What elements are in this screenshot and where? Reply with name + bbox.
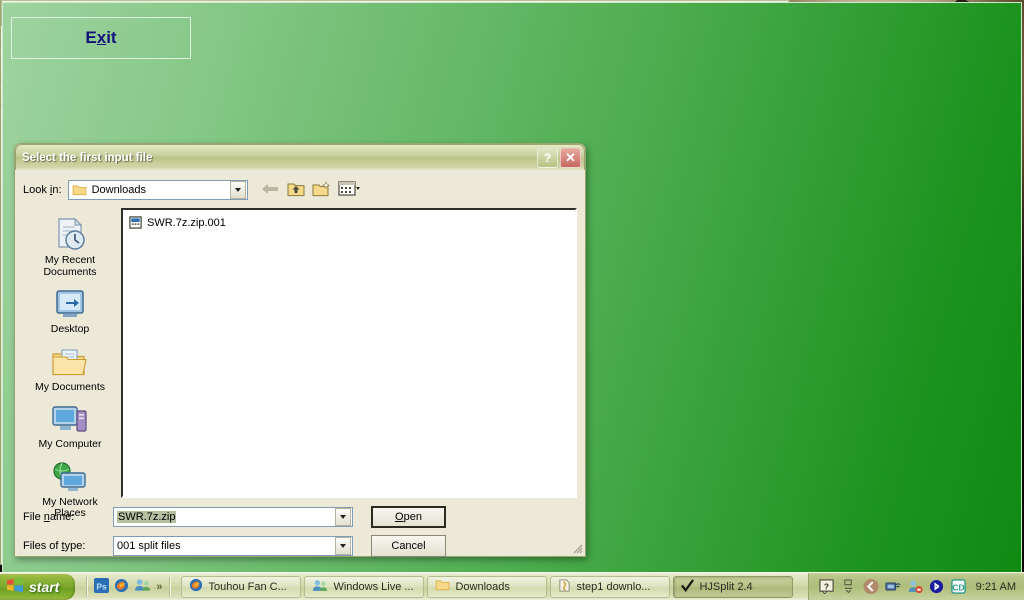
dialog-title: Select the first input file bbox=[22, 151, 153, 164]
photoshop-icon[interactable]: Ps bbox=[94, 577, 110, 596]
dialog-window-controls[interactable]: ? ✕ bbox=[537, 147, 581, 168]
dialog-toolbar[interactable] bbox=[254, 180, 360, 200]
desktop-icon bbox=[56, 290, 84, 317]
taskbar-separator bbox=[86, 576, 88, 597]
media-icon[interactable]: CD bbox=[951, 579, 967, 595]
open-button-label: Open bbox=[395, 511, 422, 523]
taskbar-button-downloads[interactable]: Downloads bbox=[427, 575, 548, 598]
taskbar-button-label: step1 downlo... bbox=[576, 580, 651, 593]
place-desktop[interactable]: Desktop bbox=[26, 285, 114, 339]
messenger-icon[interactable] bbox=[134, 578, 151, 595]
firefox-icon bbox=[189, 578, 203, 595]
dialog-main: My Recent Documents Desktop My Documents… bbox=[15, 208, 585, 519]
firefox-icon[interactable] bbox=[114, 578, 129, 596]
my-network-places-icon bbox=[53, 461, 86, 491]
show-hidden-icons-icon[interactable] bbox=[841, 579, 857, 595]
file-name-dropdown-button[interactable] bbox=[335, 508, 351, 526]
dialog-titlebar[interactable]: Select the first input file ? ✕ bbox=[15, 144, 585, 170]
files-of-type-row: Files of type: 001 split files Cancel bbox=[23, 535, 577, 557]
recent-documents-icon bbox=[58, 217, 85, 250]
select-input-file-dialog[interactable]: Select the first input file ? ✕ Look in:… bbox=[14, 143, 586, 557]
folder-icon bbox=[72, 185, 86, 196]
taskbar[interactable]: start Ps » Touhou Fan C... Windows Live … bbox=[0, 572, 1024, 600]
place-label: Desktop bbox=[50, 323, 90, 335]
exit-button-label: Exit bbox=[85, 28, 117, 47]
files-of-type-label: Files of type: bbox=[23, 540, 86, 552]
clock[interactable]: 9:21 AM bbox=[976, 581, 1016, 593]
taskbar-button-label: Touhou Fan C... bbox=[208, 580, 287, 593]
bluetooth-icon[interactable] bbox=[929, 579, 945, 595]
my-computer-icon bbox=[52, 406, 87, 432]
look-in-value: Downloads bbox=[91, 184, 146, 196]
list-item[interactable]: SWR.7z.zip.001 bbox=[127, 215, 571, 230]
files-of-type-value: 001 split files bbox=[117, 540, 181, 552]
help-button-label: ? bbox=[543, 150, 552, 165]
place-label: My Computer bbox=[38, 438, 102, 450]
look-in-dropdown-button[interactable] bbox=[229, 181, 246, 199]
start-button[interactable]: start bbox=[0, 573, 76, 600]
file-icon bbox=[129, 216, 142, 229]
new-folder-icon[interactable] bbox=[312, 180, 331, 200]
place-my-recent-documents[interactable]: My Recent Documents bbox=[26, 214, 114, 281]
place-label: My Recent Documents bbox=[43, 254, 97, 278]
help-button[interactable]: ? bbox=[537, 147, 558, 168]
taskbar-button-label: HJSplit 2.4 bbox=[699, 580, 753, 593]
taskbar-button-label: Windows Live ... bbox=[333, 580, 414, 593]
network-icon[interactable] bbox=[885, 579, 901, 595]
close-button[interactable]: ✕ bbox=[560, 147, 581, 168]
place-my-computer[interactable]: My Computer bbox=[26, 400, 114, 454]
file-name-value: SWR.7z.zip bbox=[117, 511, 177, 523]
messenger-icon bbox=[312, 579, 328, 595]
svg-text:?: ? bbox=[824, 581, 829, 591]
folder-icon bbox=[435, 579, 450, 594]
files-of-type-dropdown-button[interactable] bbox=[335, 537, 351, 555]
windows-logo-icon bbox=[6, 577, 24, 596]
taskbar-button-windows-live[interactable]: Windows Live ... bbox=[304, 575, 425, 598]
svg-text:Ps: Ps bbox=[97, 581, 108, 591]
file-name-input[interactable]: SWR.7z.zip bbox=[113, 507, 353, 527]
place-label: My Documents bbox=[34, 380, 106, 393]
place-my-documents[interactable]: My Documents bbox=[26, 343, 114, 397]
svg-text:CD: CD bbox=[953, 582, 965, 592]
look-in-row: Look in: Downloads bbox=[15, 170, 585, 208]
collapse-tray-icon[interactable] bbox=[863, 578, 879, 595]
taskbar-separator bbox=[169, 576, 171, 597]
taskbar-button-step1-downlo[interactable]: step1 downlo... bbox=[550, 575, 671, 598]
back-arrow-icon[interactable] bbox=[260, 182, 280, 199]
views-menu-icon[interactable] bbox=[337, 180, 360, 200]
look-in-combo[interactable]: Downloads bbox=[67, 180, 248, 200]
taskbar-button-touhou-fan-c[interactable]: Touhou Fan C... bbox=[181, 575, 302, 598]
resize-grip[interactable] bbox=[571, 542, 583, 554]
taskbar-button-label: Downloads bbox=[455, 580, 510, 593]
system-tray[interactable]: ? CD 9:21 AM bbox=[807, 572, 1024, 600]
look-in-label: Look in: bbox=[23, 184, 62, 196]
my-documents-icon bbox=[52, 349, 87, 375]
start-label: start bbox=[29, 578, 60, 595]
messenger-tray-icon[interactable] bbox=[907, 579, 923, 595]
exit-button[interactable]: Exit bbox=[11, 17, 191, 59]
check-icon bbox=[681, 578, 695, 595]
places-bar[interactable]: My Recent Documents Desktop My Documents… bbox=[23, 208, 117, 519]
help-icon[interactable]: ? bbox=[819, 579, 835, 595]
hjsplit-main-window[interactable]: Exit bbox=[0, 0, 1022, 598]
cancel-button[interactable]: Cancel bbox=[371, 535, 446, 557]
taskbar-buttons[interactable]: Touhou Fan C... Windows Live ... Downloa… bbox=[177, 575, 807, 598]
quick-launch-bar[interactable]: Ps » bbox=[79, 575, 177, 599]
document-icon bbox=[558, 578, 571, 595]
chevron-right-icon[interactable]: » bbox=[156, 581, 162, 593]
up-one-level-icon[interactable] bbox=[287, 181, 305, 200]
dialog-file-list[interactable]: SWR.7z.zip.001 bbox=[121, 208, 577, 498]
files-of-type-combo[interactable]: 001 split files bbox=[113, 536, 353, 556]
open-button[interactable]: Open bbox=[371, 506, 446, 528]
taskbar-button-hjsplit[interactable]: HJSplit 2.4 bbox=[673, 575, 794, 598]
list-item-label: SWR.7z.zip.001 bbox=[147, 216, 226, 229]
file-name-label: File name: bbox=[23, 511, 75, 523]
